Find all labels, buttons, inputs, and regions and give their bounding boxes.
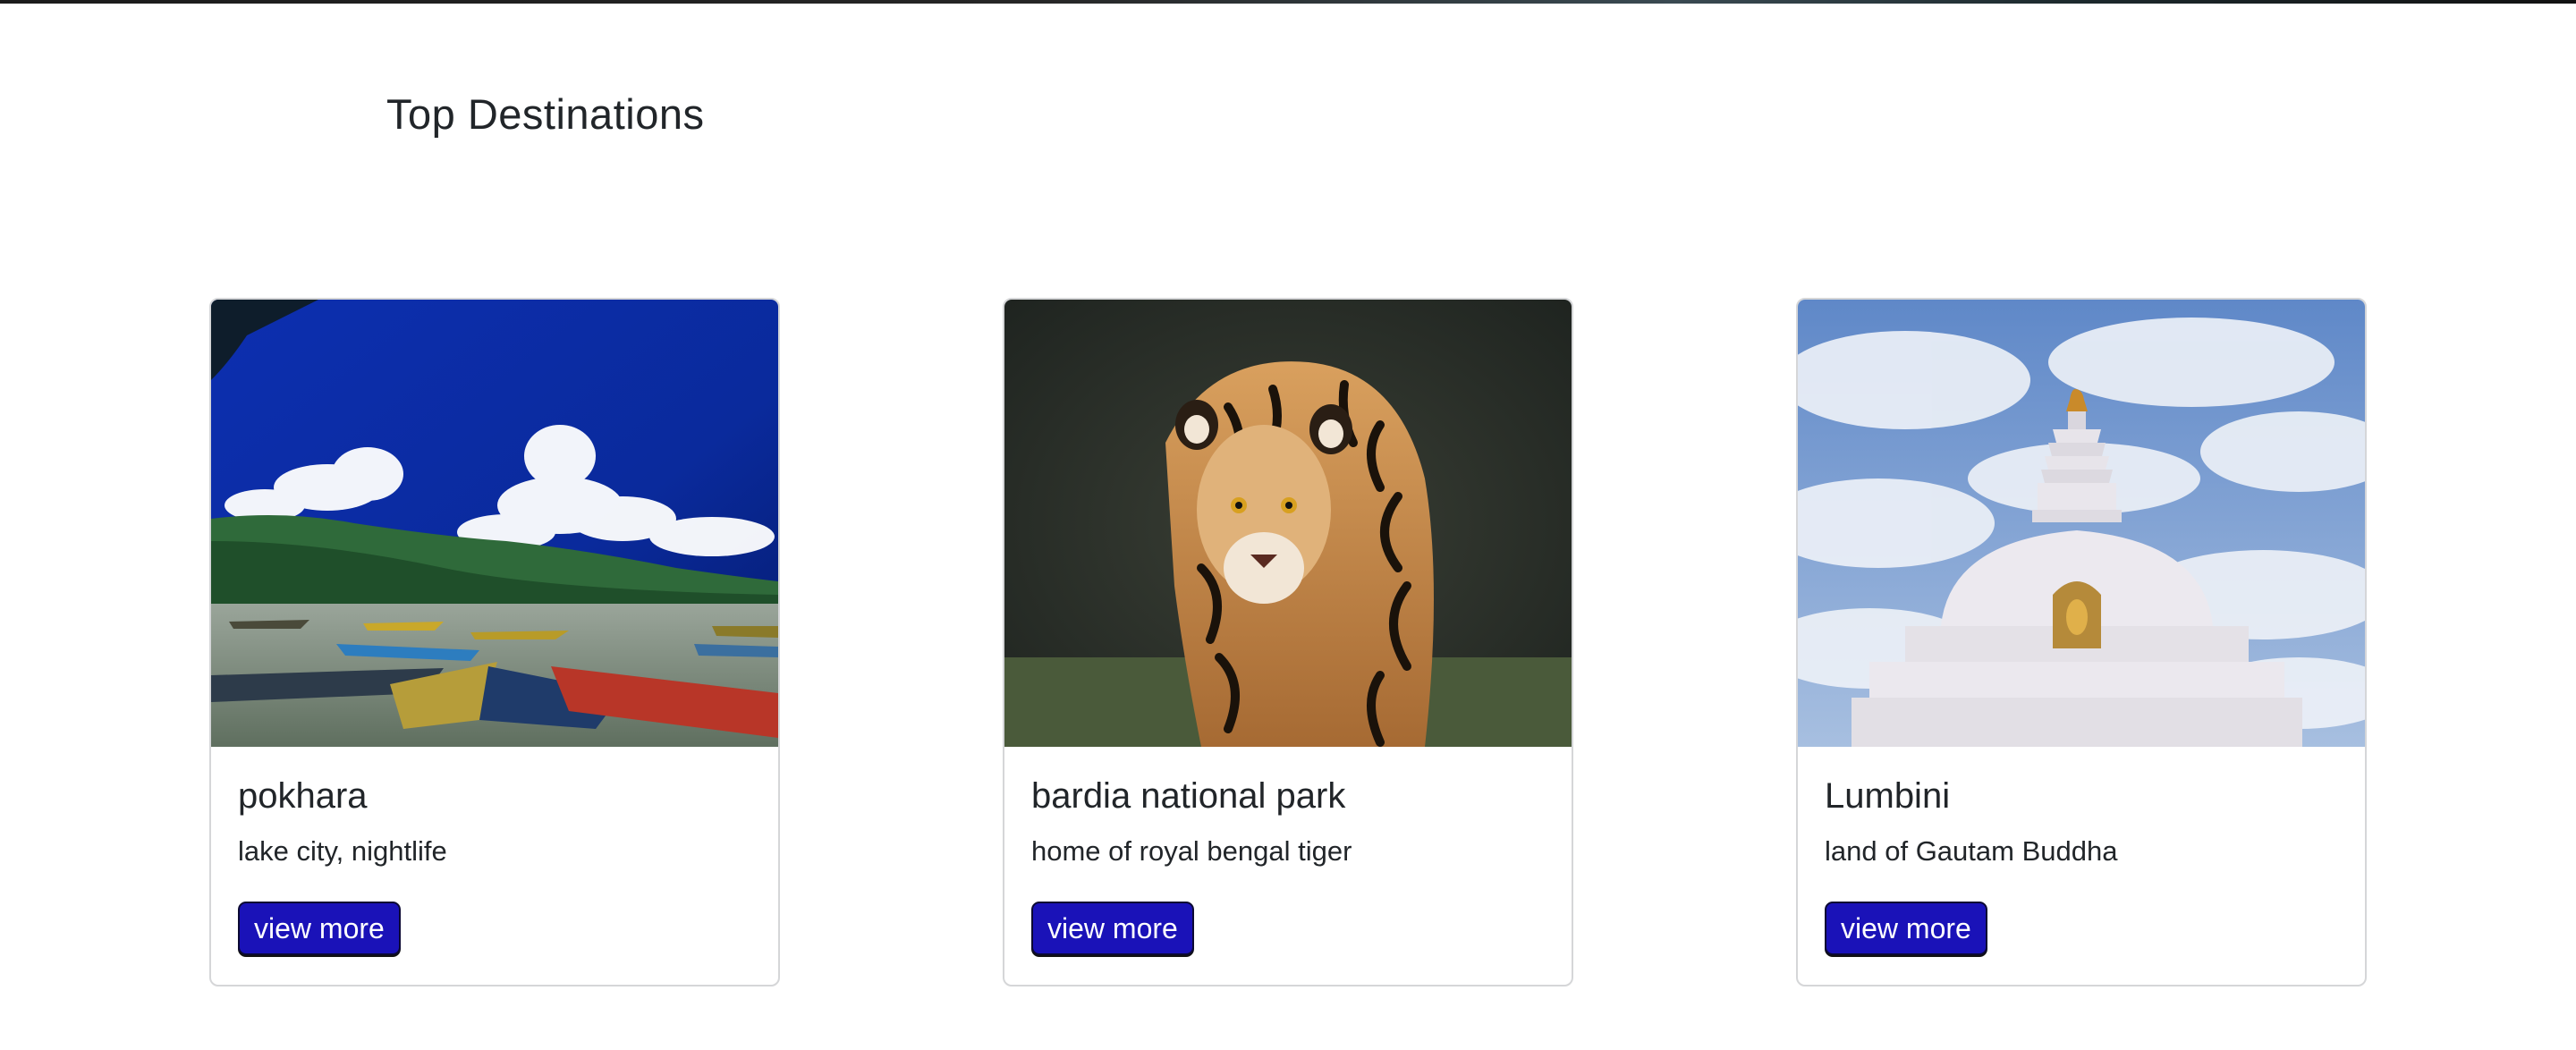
pokhara-image [211,300,778,747]
tiger-image [1004,300,1572,747]
card-text: home of royal bengal tiger [1031,835,1352,867]
destination-card-bardia: bardia national park home of royal benga… [1003,298,1573,986]
destination-card-pokhara: pokhara lake city, nightlife view more [209,298,780,986]
card-text: lake city, nightlife [238,835,447,867]
stupa-image [1798,300,2365,747]
card-title: bardia national park [1031,776,1346,816]
card-title: pokhara [238,776,368,816]
card-text: land of Gautam Buddha [1825,835,2118,867]
view-more-button-pokhara[interactable]: view more [238,902,401,956]
destination-card-lumbini: Lumbini land of Gautam Buddha view more [1796,298,2367,986]
top-banner-edge [0,0,2576,4]
section-title: Top Destinations [386,90,705,138]
view-more-button-lumbini[interactable]: view more [1825,902,1987,956]
card-title: Lumbini [1825,776,1951,816]
view-more-button-bardia[interactable]: view more [1031,902,1194,956]
